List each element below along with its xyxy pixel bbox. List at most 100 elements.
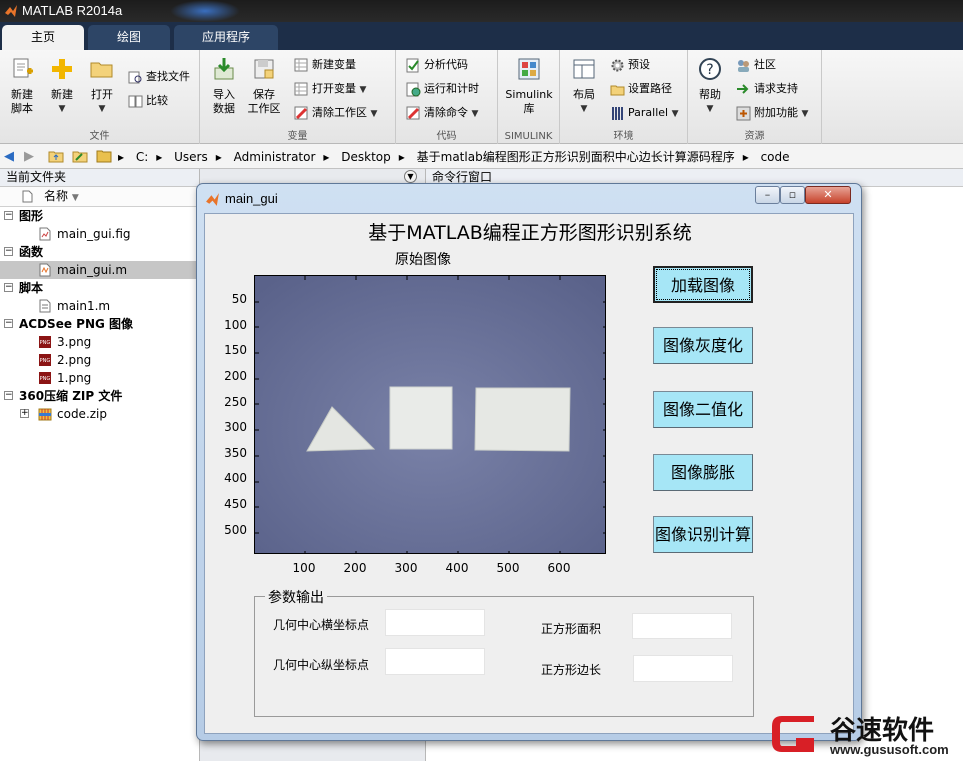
section-caption-code: 代码 xyxy=(436,131,457,142)
side-length-label: 正方形边长 xyxy=(541,663,602,677)
png-file-icon: PNG xyxy=(39,372,51,384)
center-y-field[interactable] xyxy=(385,648,485,675)
ribbon-tab-strip: 主页 绘图 应用程序 xyxy=(0,22,963,50)
open-button[interactable]: 打开 ▼ xyxy=(80,56,124,116)
image-axes[interactable] xyxy=(254,275,606,554)
simulink-library-button[interactable]: Simulink 库 xyxy=(502,56,556,116)
y-tick-label: 200 xyxy=(224,369,247,383)
file-item[interactable]: main1.m xyxy=(0,297,199,315)
new-variable-icon xyxy=(294,58,308,71)
file-item[interactable]: PNG 1.png xyxy=(0,369,199,387)
dilate-button[interactable]: 图像膨胀 xyxy=(653,454,753,491)
file-group-figures[interactable]: − 图形 xyxy=(0,207,199,225)
community-button[interactable]: 社区 xyxy=(736,56,776,76)
collapse-icon[interactable]: − xyxy=(4,391,13,400)
side-length-field[interactable] xyxy=(633,655,733,682)
help-button[interactable]: ? 帮助 ▼ xyxy=(688,56,732,116)
x-tick-label: 200 xyxy=(343,561,367,575)
gui-title: 基于MATLAB编程正方形图形识别系统 xyxy=(368,222,692,244)
name-column-header[interactable]: 名称 ▼ xyxy=(0,187,199,207)
file-item[interactable]: main_gui.m xyxy=(0,261,199,279)
collapse-icon[interactable]: − xyxy=(4,283,13,292)
file-group-functions[interactable]: − 函数 xyxy=(0,243,199,261)
matlab-logo-icon xyxy=(206,193,219,206)
recognize-compute-button[interactable]: 图像识别计算 xyxy=(653,516,753,553)
original-image xyxy=(255,276,605,553)
file-item[interactable]: PNG 3.png xyxy=(0,333,199,351)
tab-apps[interactable]: 应用程序 xyxy=(174,25,278,50)
save-workspace-button[interactable]: 保存 工作区 xyxy=(242,56,286,116)
center-x-field[interactable] xyxy=(385,609,485,636)
clear-workspace-button[interactable]: 清除工作区 ▼ xyxy=(294,104,377,124)
add-ons-button[interactable]: 附加功能 ▼ xyxy=(736,104,808,124)
run-and-time-icon xyxy=(406,82,421,96)
set-path-button[interactable]: 设置路径 xyxy=(610,80,672,100)
file-group-scripts[interactable]: − 脚本 xyxy=(0,279,199,297)
compare-button[interactable]: 比较 xyxy=(128,92,168,112)
png-file-icon: PNG xyxy=(39,336,51,348)
tab-home[interactable]: 主页 xyxy=(2,25,84,50)
set-path-icon xyxy=(610,85,625,95)
layout-button[interactable]: 布局 ▼ xyxy=(562,56,606,116)
panel-title: 当前文件夹 xyxy=(0,169,199,187)
collapse-icon[interactable]: − xyxy=(4,211,13,220)
breadcrumb: ▸ C: ▸ Users ▸ Administrator ▸ Desktop ▸ 基于m… xyxy=(118,150,790,164)
center-y-label: 几何中心纵坐标点 xyxy=(273,658,370,672)
y-tick-label: 50 xyxy=(231,292,247,306)
collapse-icon[interactable]: − xyxy=(4,319,13,328)
chevron-down-icon: ▼ xyxy=(58,104,66,114)
parallel-icon xyxy=(612,106,623,120)
import-data-button[interactable]: 导入 数据 xyxy=(202,56,246,116)
browse-folder-icon[interactable] xyxy=(72,149,88,163)
breadcrumb-item[interactable]: 基于matlab编程图形正方形识别面积中心边长计算源码程序 xyxy=(417,150,735,164)
forward-arrow-icon[interactable]: ▶ xyxy=(24,149,34,164)
request-support-button[interactable]: 请求支持 xyxy=(736,80,798,100)
grayscale-button[interactable]: 图像灰度化 xyxy=(653,327,753,364)
back-arrow-icon[interactable]: ◀ xyxy=(4,149,14,164)
ribbon-section-code: 分析代码 运行和计时 清除命令 ▼ 代码 xyxy=(396,50,498,144)
run-and-time-button[interactable]: 运行和计时 xyxy=(406,80,479,100)
large-square-shape xyxy=(474,387,571,452)
tab-plots[interactable]: 绘图 xyxy=(88,25,170,50)
section-caption-resources: 资源 xyxy=(744,131,765,142)
small-square-shape xyxy=(389,386,453,450)
file-item[interactable]: PNG 2.png xyxy=(0,351,199,369)
new-script-button[interactable]: 新建 脚本 xyxy=(0,56,44,116)
minimize-button[interactable]: – xyxy=(755,186,780,204)
svg-text:PNG: PNG xyxy=(40,340,51,346)
new-variable-button[interactable]: 新建变量 xyxy=(294,56,356,76)
x-tick-label: 300 xyxy=(394,561,418,575)
analyze-code-button[interactable]: 分析代码 xyxy=(406,56,468,76)
area-field[interactable] xyxy=(632,613,732,639)
parallel-button[interactable]: Parallel ▼ xyxy=(610,104,679,124)
chevron-down-icon: ▼ xyxy=(671,109,679,119)
expand-icon[interactable]: + xyxy=(20,409,29,418)
figure-window: main_gui – ▫ ✕ 基于MATLAB编程正方形图形识别系统 原始图像 … xyxy=(196,183,862,741)
preferences-button[interactable]: 预设 xyxy=(610,56,650,76)
new-button[interactable]: 新建 ▼ xyxy=(40,56,84,116)
collapse-icon[interactable]: − xyxy=(4,247,13,256)
file-group-zip[interactable]: −360压缩 ZIP 文件 xyxy=(0,387,199,405)
breadcrumb-item[interactable]: Users xyxy=(174,150,208,164)
breadcrumb-item[interactable]: Administrator xyxy=(234,150,316,164)
breadcrumb-item[interactable]: C: xyxy=(136,150,148,164)
find-files-icon xyxy=(128,71,142,83)
load-image-button[interactable]: 加载图像 xyxy=(653,266,753,303)
file-item[interactable]: main_gui.fig xyxy=(0,225,199,243)
file-group-png-images[interactable]: − ACDSee PNG 图像 xyxy=(0,315,199,333)
close-button[interactable]: ✕ xyxy=(805,186,851,204)
panel-options-icon[interactable]: ▼ xyxy=(404,170,417,183)
clear-commands-button[interactable]: 清除命令 ▼ xyxy=(406,104,478,124)
maximize-button[interactable]: ▫ xyxy=(780,186,805,204)
breadcrumb-item[interactable]: code xyxy=(761,150,790,164)
matlab-logo-icon xyxy=(5,5,17,17)
app-title-bar: MATLAB R2014a xyxy=(0,0,963,22)
file-item[interactable]: + code.zip xyxy=(0,405,199,423)
find-files-button[interactable]: 查找文件 xyxy=(128,68,190,88)
breadcrumb-item[interactable]: Desktop xyxy=(341,150,391,164)
open-variable-icon xyxy=(294,82,308,95)
binarize-button[interactable]: 图像二值化 xyxy=(653,391,753,428)
ribbon: 新建 脚本 新建 ▼ 打开 ▼ 查找文件 比较 文件 导入 数据 保存 工作区 新建… xyxy=(0,50,963,144)
up-folder-icon[interactable] xyxy=(48,149,64,163)
open-variable-button[interactable]: 打开变量 ▼ xyxy=(294,80,366,100)
